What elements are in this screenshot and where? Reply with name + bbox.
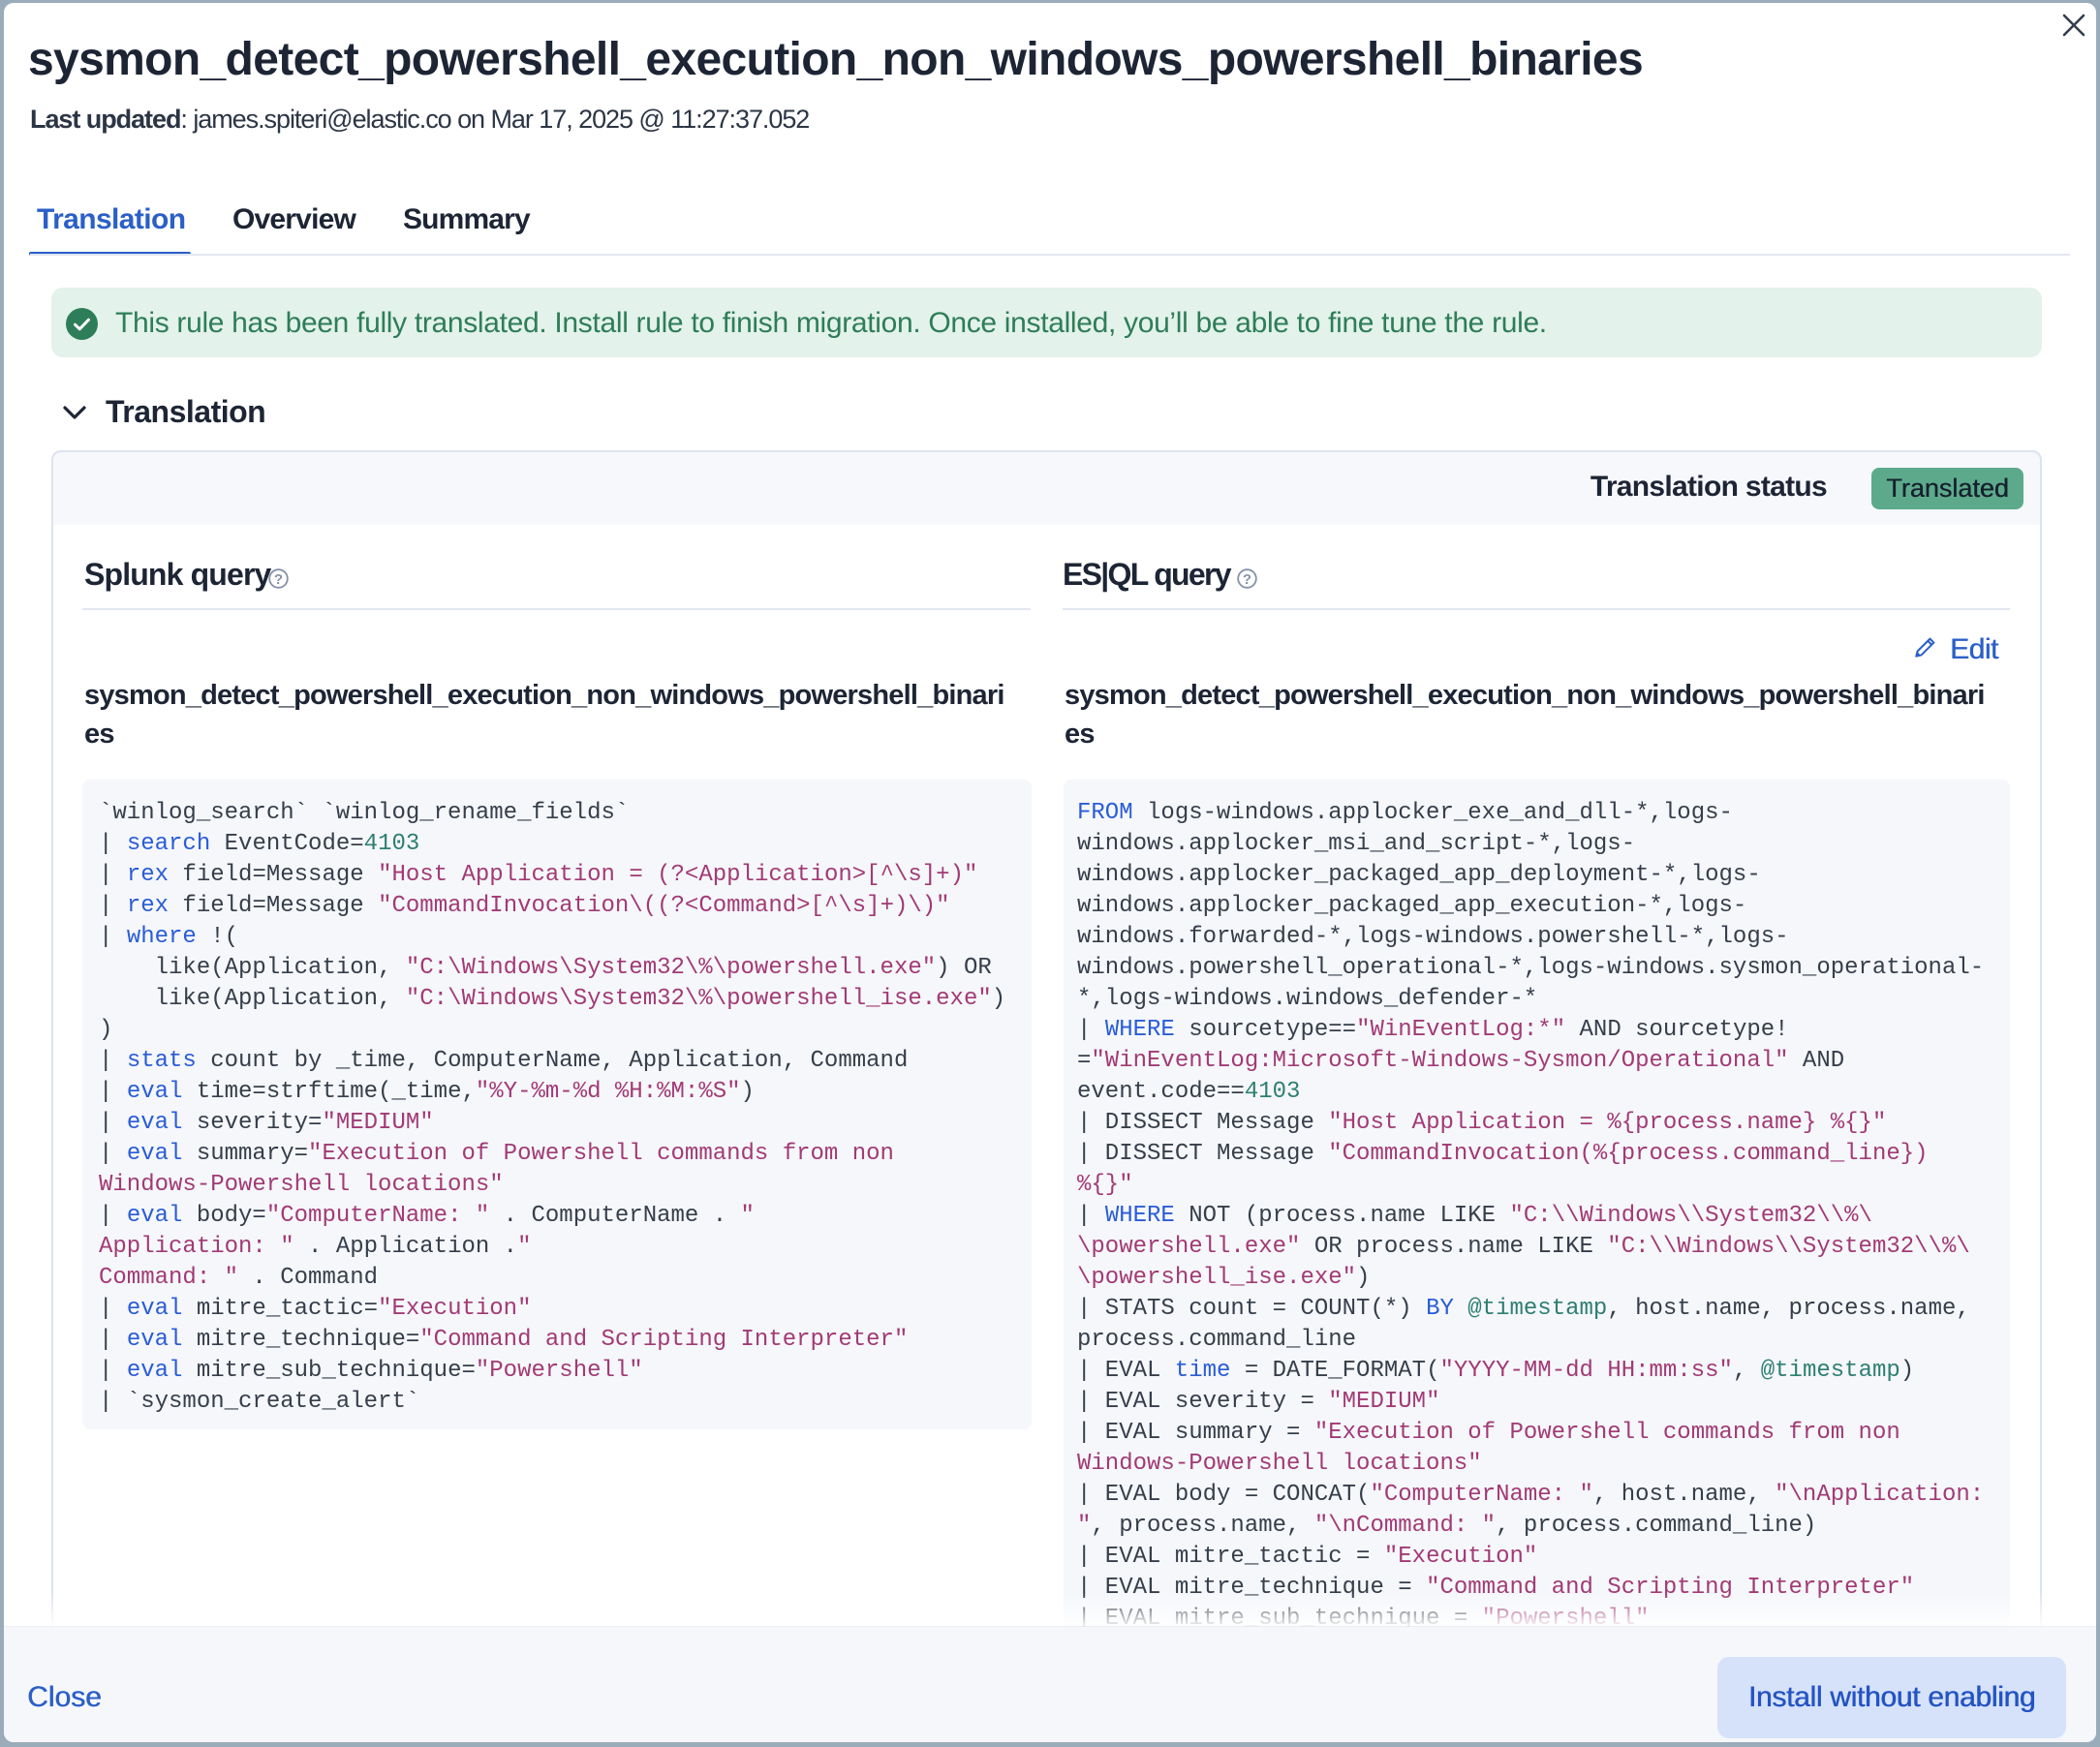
svg-text:?: ? [274, 571, 283, 588]
svg-text:?: ? [1243, 571, 1251, 588]
